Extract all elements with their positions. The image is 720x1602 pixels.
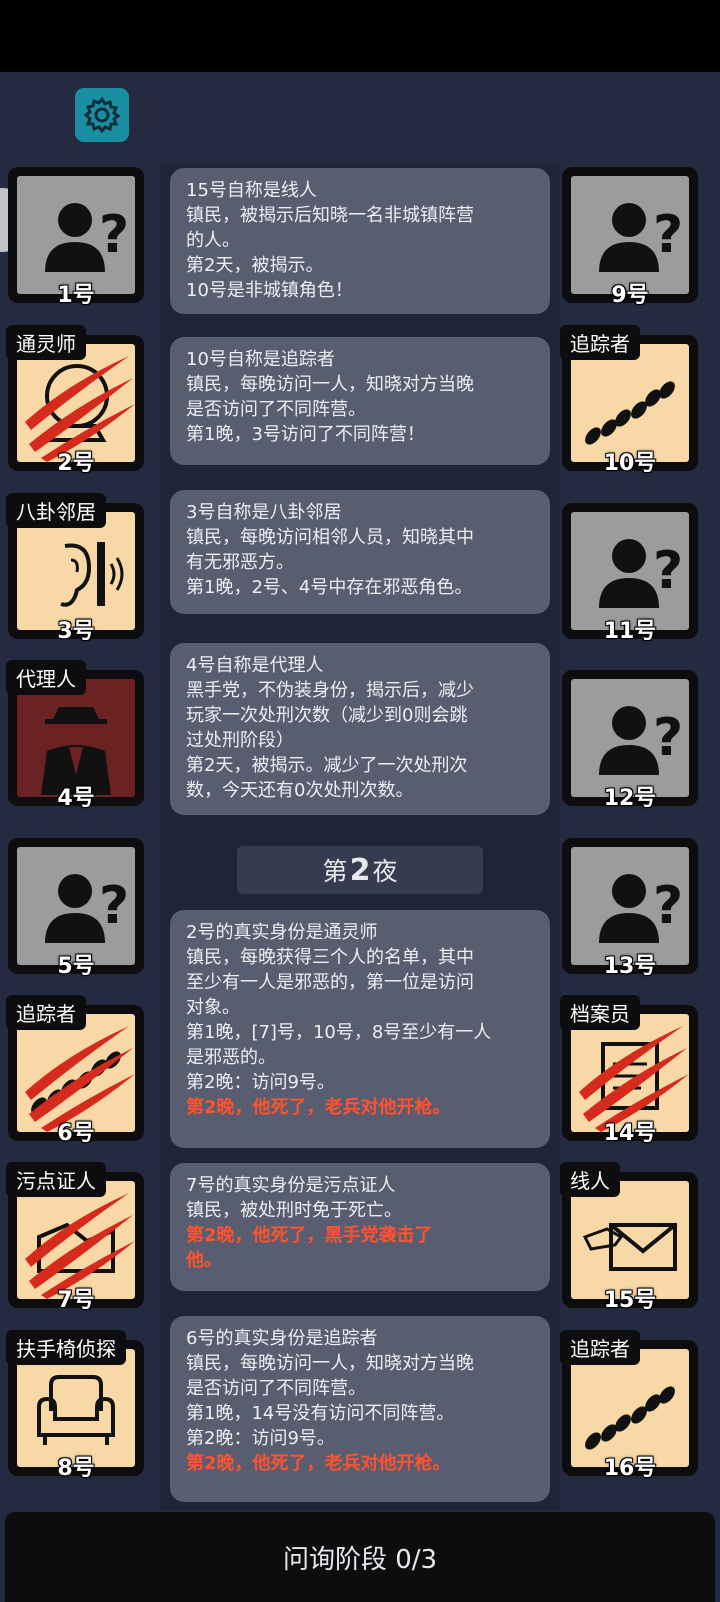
log-message-5: 2号的真实身份是通灵师 镇民，每晚获得三个人的名单，其中 至少有一人是邪恶的，第… xyxy=(170,910,550,1148)
player-card-9[interactable]: 9号 xyxy=(562,167,698,308)
log-message-2: 10号自称是追踪者 镇民，每晚访问一人，知晓对方当晚 是否访问了不同阵营。 第1… xyxy=(170,337,550,465)
settings-button[interactable] xyxy=(75,88,129,142)
log-message-1: 15号自称是线人 镇民，被揭示后知晓一名非城镇阵营 的人。 第2天，被揭示。 1… xyxy=(170,168,550,314)
player-number: 16号 xyxy=(603,1456,657,1481)
player-number: 12号 xyxy=(603,786,657,811)
player-card-10[interactable]: 追踪者 10号 xyxy=(560,325,698,476)
player-card-16[interactable]: 追踪者 16号 xyxy=(560,1330,698,1481)
player-card-5[interactable]: 5号 xyxy=(8,838,144,979)
msg-line: 至少有一人是邪恶的，第一位是访问 xyxy=(186,972,474,993)
player-card-11[interactable]: 11号 xyxy=(562,503,698,644)
player-number: 1号 xyxy=(57,283,95,308)
player-card-6[interactable]: 追踪者 6号 xyxy=(6,995,144,1146)
player-card-13[interactable]: 13号 xyxy=(562,838,698,979)
player-card-14[interactable]: 档案员 14号 xyxy=(560,995,698,1146)
msg-line: 镇民，被揭示后知晓一名非城镇阵营 xyxy=(186,205,474,226)
player-role-tag: 追踪者 xyxy=(6,995,86,1030)
player-card-12[interactable]: 12号 xyxy=(562,670,698,811)
msg-line: 数，今天还有0次处刑次数。 xyxy=(186,780,414,801)
msg-line: 镇民，每晚访问一人，知晓对方当晚 xyxy=(186,1353,474,1374)
log-message-3: 3号自称是八卦邻居 镇民，每晚访问相邻人员，知晓其中 有无邪恶方。 第1晚，2号… xyxy=(170,490,550,614)
player-number: 10号 xyxy=(603,451,657,476)
msg-death-line: 第2晚，他死了，黑手党袭击了 xyxy=(186,1225,433,1246)
msg-line: 第1晚，3号访问了不同阵营！ xyxy=(186,424,425,445)
msg-line: 3号自称是八卦邻居 xyxy=(186,502,342,523)
msg-line: 10号是非城镇角色！ xyxy=(186,280,353,301)
msg-line: 的人。 xyxy=(186,230,240,251)
player-number: 15号 xyxy=(603,1288,657,1313)
msg-line: 7号的真实身份是污点证人 xyxy=(186,1175,396,1196)
player-card-15[interactable]: 线人 15号 xyxy=(560,1162,698,1313)
msg-line: 镇民，每晚访问一人，知晓对方当晚 xyxy=(186,374,474,395)
msg-line: 15号自称是线人 xyxy=(186,180,317,201)
msg-line: 6号的真实身份是追踪者 xyxy=(186,1328,378,1349)
msg-line: 第1晚，[7]号，10号，8号至少有一人 xyxy=(186,1022,492,1043)
msg-line: 第2晚：访问9号。 xyxy=(186,1428,335,1449)
msg-line: 是否访问了不同阵营。 xyxy=(186,1378,366,1399)
player-role-tag: 污点证人 xyxy=(6,1162,106,1197)
player-role-tag: 线人 xyxy=(560,1162,620,1197)
msg-line: 4号自称是代理人 xyxy=(186,655,324,676)
msg-line: 过处刑阶段） xyxy=(186,730,294,751)
player-role-tag: 扶手椅侦探 xyxy=(6,1330,126,1365)
msg-line: 2号的真实身份是通灵师 xyxy=(186,922,378,943)
msg-line: 玩家一次处刑次数（减少到0则会跳 xyxy=(186,705,468,726)
player-card-3[interactable]: 八卦邻居 3号 xyxy=(6,493,144,644)
night-prefix: 第 xyxy=(322,857,348,886)
msg-line: 10号自称是追踪者 xyxy=(186,349,335,370)
player-number: 9号 xyxy=(611,283,649,308)
player-role-tag: 八卦邻居 xyxy=(6,493,106,528)
night-divider: 第 2 夜 xyxy=(237,846,483,894)
player-card-4[interactable]: 代理人 4号 xyxy=(6,660,144,811)
player-card-1[interactable]: 1号 xyxy=(8,167,144,308)
msg-line: 镇民，被处刑时免于死亡。 xyxy=(186,1200,402,1221)
player-number: 5号 xyxy=(57,954,95,979)
msg-line: 黑手党，不伪装身份，揭示后，减少 xyxy=(186,680,474,701)
player-card-7[interactable]: 污点证人 7号 xyxy=(6,1162,144,1313)
gear-icon xyxy=(83,96,121,134)
msg-line: 第2天，被揭示。 xyxy=(186,255,324,276)
player-number: 2号 xyxy=(57,451,95,476)
player-card-2[interactable]: 通灵师 2号 xyxy=(6,325,144,476)
player-card-8[interactable]: 扶手椅侦探 8号 xyxy=(6,1330,144,1481)
msg-line: 第2晚：访问9号。 xyxy=(186,1072,335,1093)
night-number: 2 xyxy=(349,852,371,888)
player-role-tag: 代理人 xyxy=(6,660,86,695)
log-message-7: 6号的真实身份是追踪者 镇民，每晚访问一人，知晓对方当晚 是否访问了不同阵营。 … xyxy=(170,1316,550,1502)
msg-line: 对象。 xyxy=(186,997,240,1018)
msg-death-line: 第2晚，他死了，老兵对他开枪。 xyxy=(186,1453,451,1474)
msg-death-line: 第2晚，他死了，老兵对他开枪。 xyxy=(186,1097,451,1118)
phase-bar[interactable]: 问询阶段 0/3 xyxy=(5,1512,715,1602)
status-bar xyxy=(0,0,720,72)
player-number: 4号 xyxy=(57,786,95,811)
msg-line: 镇民，每晚访问相邻人员，知晓其中 xyxy=(186,527,474,548)
player-number: 14号 xyxy=(603,1121,657,1146)
player-role-tag: 档案员 xyxy=(560,995,640,1030)
msg-line: 是邪恶的。 xyxy=(186,1047,276,1068)
msg-line: 有无邪恶方。 xyxy=(186,552,294,573)
msg-line: 第2天，被揭示。减少了一次处刑次 xyxy=(186,755,468,776)
log-message-6: 7号的真实身份是污点证人 镇民，被处刑时免于死亡。 第2晚，他死了，黑手党袭击了… xyxy=(170,1163,550,1291)
player-number: 7号 xyxy=(57,1288,95,1313)
night-suffix: 夜 xyxy=(372,857,398,886)
msg-line: 是否访问了不同阵营。 xyxy=(186,399,366,420)
player-role-tag: 通灵师 xyxy=(6,325,86,360)
player-role-tag: 追踪者 xyxy=(560,325,640,360)
msg-line: 第1晚，2号、4号中存在邪恶角色。 xyxy=(186,577,473,598)
player-number: 8号 xyxy=(57,1456,95,1481)
player-number: 3号 xyxy=(57,619,95,644)
msg-death-line: 他。 xyxy=(186,1250,222,1271)
phase-label: 问询阶段 0/3 xyxy=(282,1544,438,1575)
player-number: 11号 xyxy=(603,619,657,644)
player-number: 6号 xyxy=(57,1121,95,1146)
msg-line: 第1晚，14号没有访问不同阵营。 xyxy=(186,1403,455,1424)
msg-line: 镇民，每晚获得三个人的名单，其中 xyxy=(186,947,474,968)
player-role-tag: 追踪者 xyxy=(560,1330,640,1365)
player-number: 13号 xyxy=(603,954,657,979)
log-message-4: 4号自称是代理人 黑手党，不伪装身份，揭示后，减少 玩家一次处刑次数（减少到0则… xyxy=(170,643,550,815)
